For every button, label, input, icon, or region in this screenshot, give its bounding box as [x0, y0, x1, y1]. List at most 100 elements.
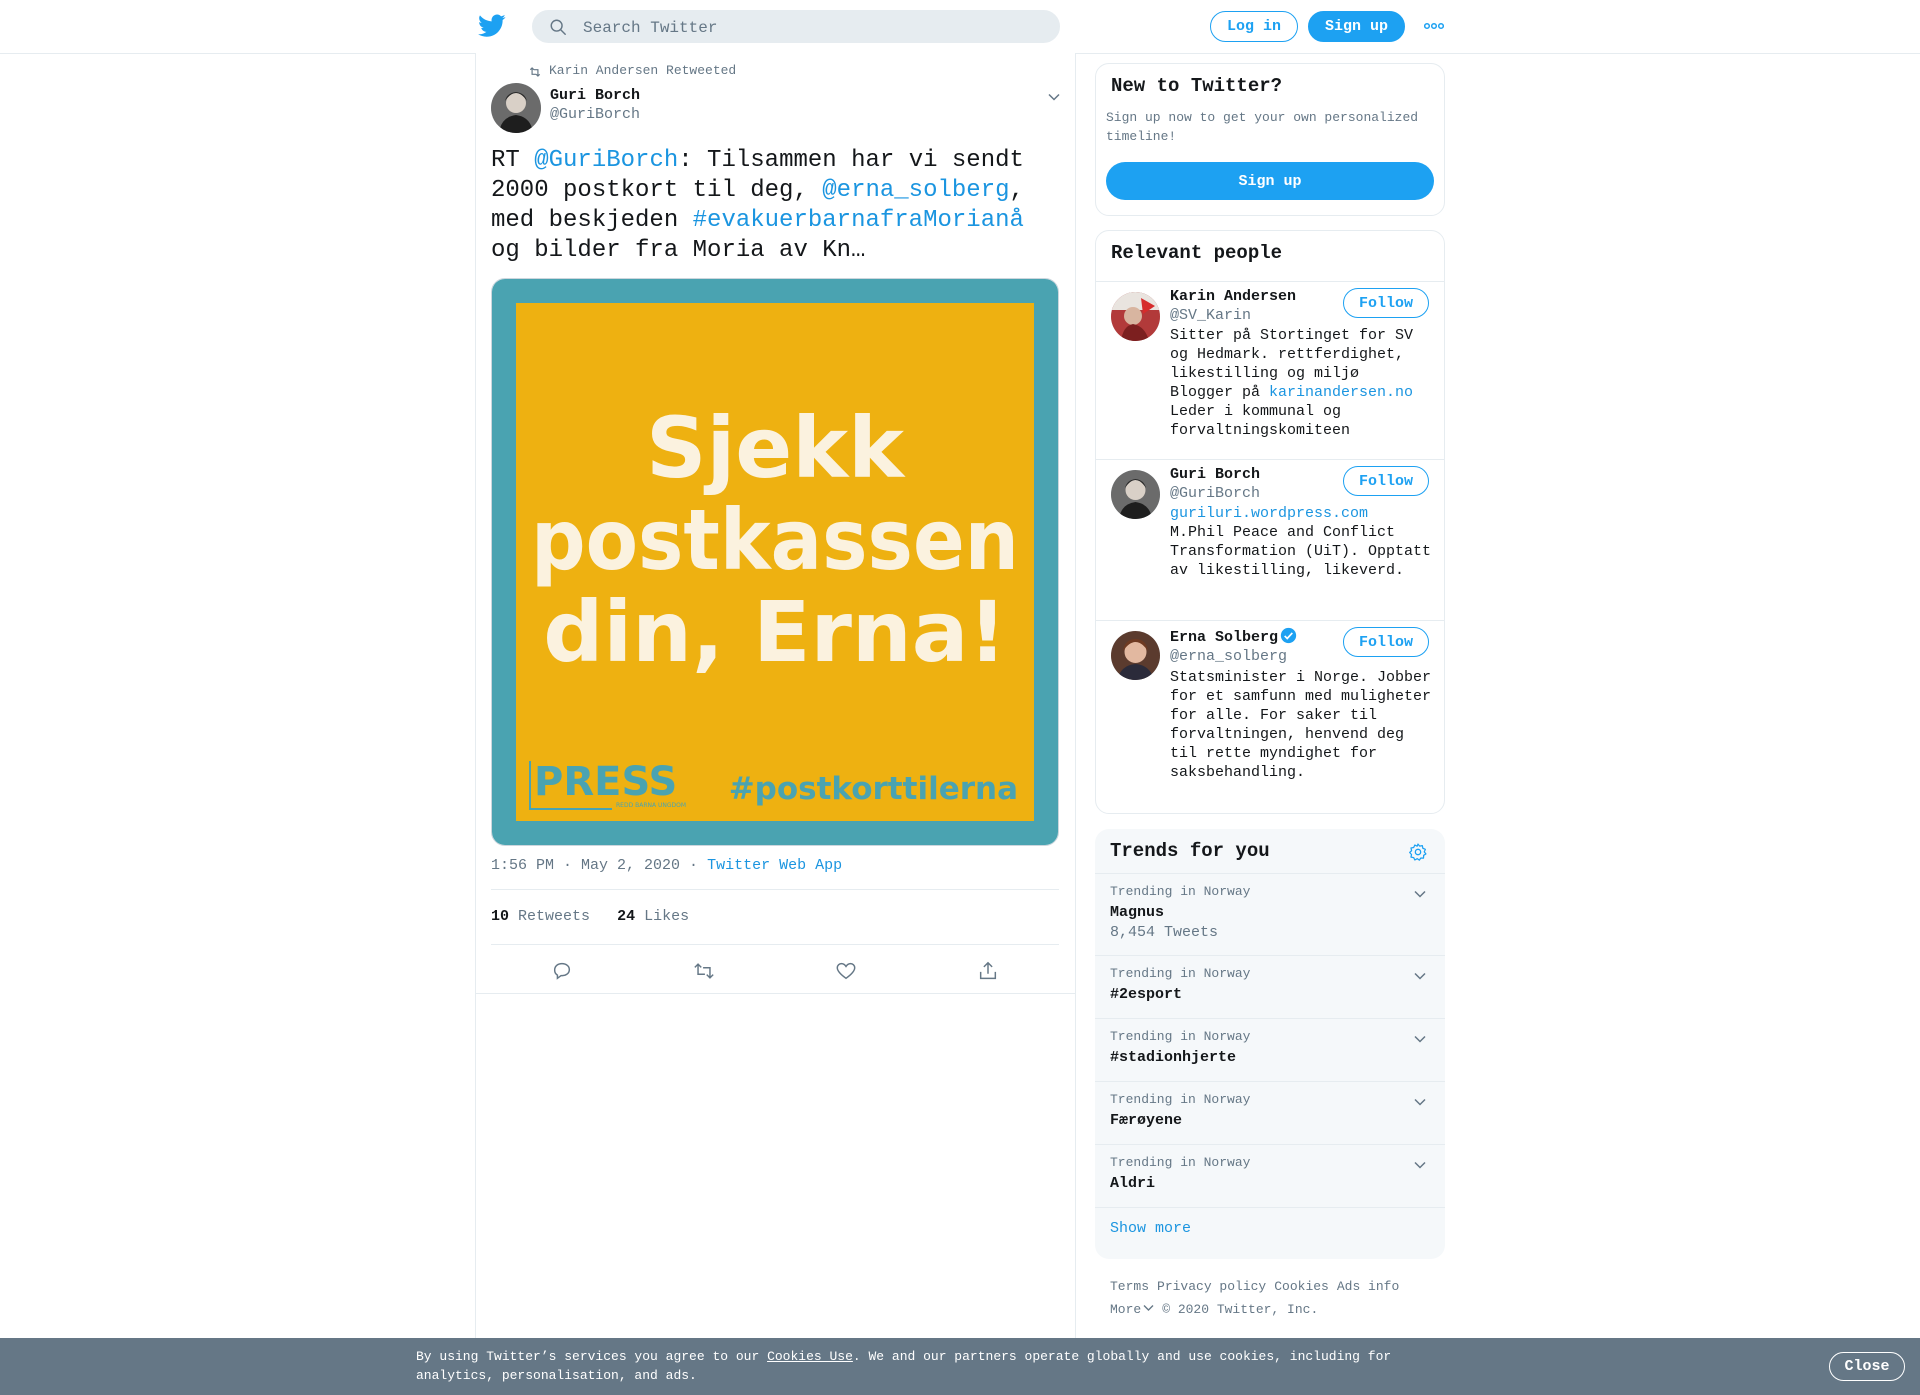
follow-button[interactable]: Follow [1343, 466, 1429, 496]
trend-item[interactable]: Trending in Norway Magnus 8,454 Tweets [1095, 873, 1445, 955]
follow-button[interactable]: Follow [1343, 288, 1429, 318]
author-avatar[interactable] [491, 83, 541, 133]
person-handle[interactable]: @erna_solberg [1170, 648, 1287, 665]
retweets-count: 10 [491, 908, 510, 925]
trend-context: Trending in Norway [1110, 884, 1251, 899]
trends-card: Trends for you Trending in Norway Magnus… [1095, 829, 1445, 1259]
person-name-text: Erna Solberg [1170, 629, 1279, 646]
person-avatar[interactable] [1111, 292, 1160, 341]
person-item[interactable]: Guri Borch @GuriBorch Follow guriluri.wo… [1096, 459, 1444, 620]
trend-item[interactable]: Trending in Norway #stadionhjerte [1095, 1018, 1445, 1081]
trend-name: #2esport [1110, 986, 1183, 1003]
chevron-down-icon[interactable] [1046, 89, 1062, 105]
bio-text: Blogger på [1170, 384, 1270, 401]
chevron-down-icon[interactable] [1412, 1157, 1428, 1173]
meta-separator: · [689, 857, 699, 874]
person-item[interactable]: Erna Solberg @erna_solberg Follow Statsm… [1096, 620, 1444, 813]
media-headline-line-2: postkassen [531, 491, 1019, 589]
bio-link[interactable]: guriluri.wordpress.com [1170, 505, 1368, 522]
retweets-label: Retweets [518, 908, 591, 925]
chevron-down-icon[interactable] [1412, 968, 1428, 984]
hashtag-link[interactable]: #evakuerbarnafraMorianå [693, 207, 1024, 234]
gear-icon[interactable] [1408, 842, 1428, 862]
verified-badge-icon [1280, 627, 1297, 644]
share-icon[interactable] [977, 960, 999, 982]
likes-label: Likes [644, 908, 690, 925]
chevron-down-icon[interactable] [1412, 886, 1428, 902]
tweet-timestamp[interactable]: 1:56 PM · May 2, 2020 [491, 857, 680, 874]
footer-links: Terms Privacy policy Cookies Ads info More ©… [1110, 1275, 1440, 1321]
retweet-context[interactable]: Karin Andersen Retweeted [528, 63, 736, 78]
tweet-stats: 10 Retweets 24 Likes [491, 908, 707, 925]
footer-link-terms[interactable]: Terms [1110, 1279, 1149, 1294]
follow-button[interactable]: Follow [1343, 627, 1429, 657]
person-handle[interactable]: @SV_Karin [1170, 307, 1251, 324]
bio-text: Leder i kommunal og forvaltningskomiteen [1170, 403, 1351, 439]
trend-item[interactable]: Trending in Norway #2esport [1095, 955, 1445, 1018]
footer-link-privacy[interactable]: Privacy policy [1157, 1279, 1266, 1294]
cookies-use-link[interactable]: Cookies Use [767, 1349, 853, 1364]
tweet-text-part: og bilder fra Moria av Kn… [491, 237, 866, 264]
person-avatar[interactable] [1111, 631, 1160, 680]
trend-context: Trending in Norway [1110, 966, 1251, 981]
person-name[interactable]: Karin Andersen [1170, 288, 1296, 305]
trend-name: Aldri [1110, 1175, 1156, 1192]
person-item[interactable]: Karin Andersen @SV_Karin Follow Sitter p… [1096, 281, 1444, 459]
footer-more-link[interactable]: More [1110, 1302, 1162, 1317]
media-hashtag: #postkorttilerna [729, 771, 1018, 807]
cookie-consent-bar: By using Twitter’s services you agree to… [0, 1338, 1920, 1395]
media-headline-line-1: Sjekk [646, 399, 906, 497]
author-handle[interactable]: @GuriBorch [550, 106, 640, 123]
footer-copyright: © 2020 Twitter, Inc. [1162, 1302, 1319, 1317]
tweet-image[interactable]: Sjekk postkassen din, Erna! PRESS REDD B… [491, 278, 1059, 846]
tweet-text-part: RT [491, 147, 535, 174]
login-button[interactable]: Log in [1210, 11, 1299, 42]
relevant-people-title: Relevant people [1111, 242, 1283, 264]
retweet-context-label: Karin Andersen Retweeted [549, 63, 737, 78]
tweet-detail-column: Karin Andersen Retweeted Guri Borch @Gur… [475, 53, 1076, 1338]
signup-button[interactable]: Sign up [1308, 11, 1406, 42]
top-bar: Log in Sign up [0, 0, 1920, 54]
likes-stat[interactable]: 24 Likes [617, 908, 689, 925]
retweets-stat[interactable]: 10 Retweets [491, 908, 590, 925]
show-more-link[interactable]: Show more [1110, 1220, 1191, 1237]
cookie-close-button[interactable]: Close [1829, 1352, 1905, 1381]
footer-link-cookies[interactable]: Cookies [1274, 1279, 1329, 1294]
divider [491, 944, 1059, 945]
chevron-down-icon[interactable] [1412, 1094, 1428, 1110]
chevron-down-icon[interactable] [1412, 1031, 1428, 1047]
bio-link[interactable]: karinandersen.no [1269, 384, 1413, 401]
search-icon [550, 19, 566, 35]
show-more-row: Show more [1095, 1207, 1445, 1260]
cookie-message: By using Twitter’s services you agree to… [416, 1347, 1416, 1385]
trend-name: Færøyene [1110, 1112, 1183, 1129]
sidebar-signup-button[interactable]: Sign up [1106, 162, 1434, 200]
retweet-small-icon [529, 67, 541, 77]
footer-link-ads-info[interactable]: Ads info [1337, 1279, 1399, 1294]
mention-link[interactable]: @GuriBorch [534, 147, 678, 174]
search-box[interactable] [532, 10, 1060, 44]
more-options-icon[interactable] [1424, 22, 1444, 30]
trend-context: Trending in Norway [1110, 1092, 1251, 1107]
like-icon[interactable] [835, 960, 857, 982]
person-name[interactable]: Erna Solberg [1170, 627, 1297, 646]
trend-name: Magnus [1110, 904, 1165, 921]
twitter-logo-icon[interactable] [478, 14, 506, 38]
author-name[interactable]: Guri Borch [550, 87, 640, 104]
new-to-twitter-subtitle: Sign up now to get your own personalized… [1106, 110, 1419, 144]
divider [491, 889, 1059, 890]
person-bio: Statsminister i Norge. Jobber for et sam… [1170, 669, 1432, 781]
tweet-timestamp-row: 1:56 PM · May 2, 2020 · Twitter Web App [491, 857, 842, 874]
retweet-icon[interactable] [693, 960, 715, 982]
tweet-source-link[interactable]: Twitter Web App [707, 857, 842, 874]
chevron-down-icon [1143, 1305, 1154, 1311]
new-to-twitter-card: New to Twitter? Sign up now to get your … [1095, 63, 1445, 216]
reply-icon[interactable] [551, 960, 573, 982]
person-handle[interactable]: @GuriBorch [1170, 485, 1260, 502]
search-input[interactable] [581, 11, 1045, 44]
trend-item[interactable]: Trending in Norway Aldri [1095, 1144, 1445, 1207]
person-name[interactable]: Guri Borch [1170, 466, 1260, 483]
trend-item[interactable]: Trending in Norway Færøyene [1095, 1081, 1445, 1144]
person-avatar[interactable] [1111, 470, 1160, 519]
mention-link[interactable]: @erna_solberg [822, 177, 1009, 204]
